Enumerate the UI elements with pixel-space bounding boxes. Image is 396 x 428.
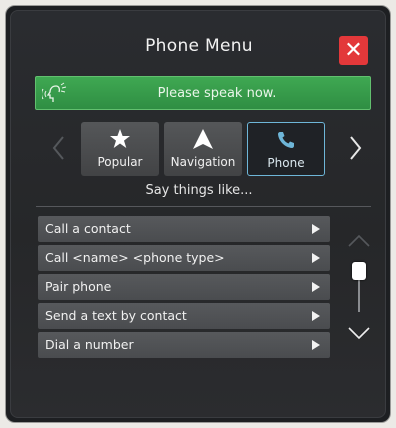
list-item[interactable]: Send a text by contact (38, 303, 330, 329)
scroll-up-icon[interactable] (345, 232, 373, 250)
close-icon: ✕ (344, 37, 363, 63)
hint-text: Say things like... (145, 183, 253, 198)
chevron-left-icon[interactable] (47, 131, 71, 165)
play-icon (312, 340, 320, 350)
command-list: Call a contact Call <name> <phone type> … (38, 216, 330, 361)
tab-navigation[interactable]: Navigation (164, 122, 242, 176)
play-icon (312, 224, 320, 234)
tab-phone[interactable]: Phone (247, 122, 325, 176)
phone-icon (248, 129, 324, 151)
tab-phone-label: Phone (267, 156, 305, 170)
command-label: Send a text by contact (45, 308, 187, 323)
close-button[interactable]: ✕ (339, 36, 368, 65)
chevron-right-icon[interactable] (343, 131, 367, 165)
list-item[interactable]: Pair phone (38, 274, 330, 300)
scroll-down-icon[interactable] (345, 324, 373, 342)
command-label: Call a contact (45, 221, 131, 236)
tab-popular-label: Popular (97, 155, 143, 169)
list-item[interactable]: Dial a number (38, 332, 330, 358)
command-label: Call <name> <phone type> (45, 250, 225, 265)
navigation-arrow-icon (164, 128, 242, 150)
speak-prompt-banner: Please speak now. (35, 76, 371, 110)
tab-popular[interactable]: Popular (81, 122, 159, 176)
voice-command-screen: Phone Menu ✕ Please speak now. Popular N… (5, 5, 391, 423)
page-title: Phone Menu (145, 36, 253, 56)
command-label: Dial a number (45, 337, 134, 352)
list-item[interactable]: Call <name> <phone type> (38, 245, 330, 271)
tab-navigation-label: Navigation (170, 155, 236, 169)
play-icon (312, 311, 320, 321)
play-icon (312, 282, 320, 292)
command-label: Pair phone (45, 279, 112, 294)
divider (36, 206, 371, 207)
play-icon (312, 253, 320, 263)
list-item[interactable]: Call a contact (38, 216, 330, 242)
star-icon (81, 128, 159, 150)
scrollbar-thumb[interactable] (352, 262, 366, 280)
speak-prompt-text: Please speak now. (157, 85, 277, 101)
